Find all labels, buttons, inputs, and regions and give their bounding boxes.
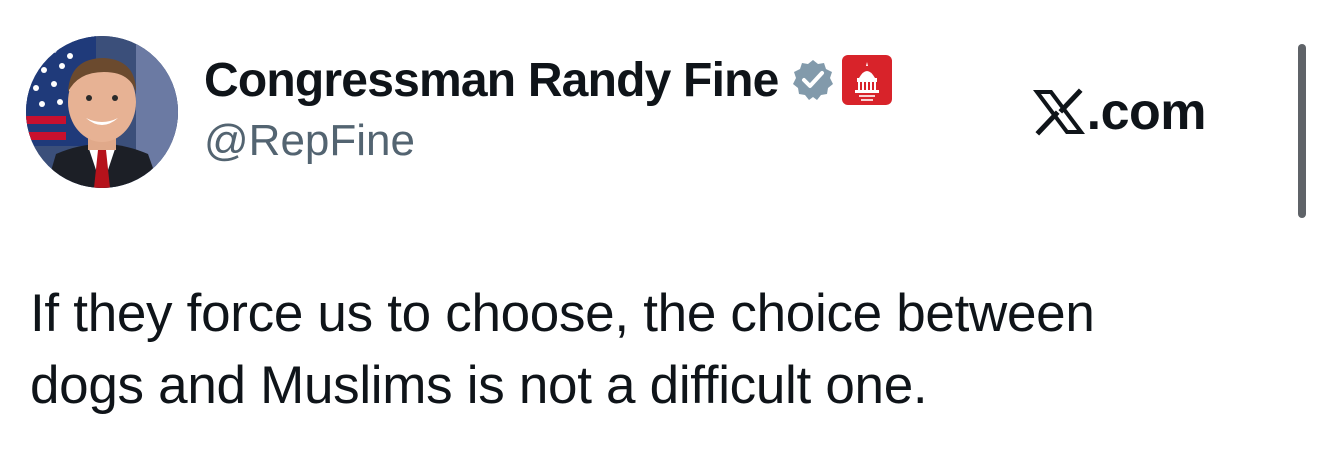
site-label: .com	[1031, 82, 1207, 142]
tweet-text-line: If they force us to choose, the choice b…	[30, 284, 1095, 343]
scrollbar[interactable]	[1298, 44, 1306, 218]
x-logo-icon	[1031, 84, 1087, 140]
tweet-header: Congressman Randy Fine @RepFine .com	[26, 36, 1266, 192]
house-gop-badge-icon[interactable]	[841, 54, 893, 106]
author-identity: Congressman Randy Fine @RepFine	[204, 48, 893, 178]
avatar-image	[26, 36, 178, 188]
author-display-name[interactable]: Congressman Randy Fine	[204, 53, 779, 108]
tweet-text-line: dogs and Muslims is not a difficult one.	[30, 356, 928, 415]
verified-icon[interactable]	[791, 58, 835, 102]
name-row: Congressman Randy Fine	[204, 48, 893, 112]
site-domain-text: .com	[1086, 83, 1207, 141]
author-handle[interactable]: @RepFine	[204, 116, 893, 166]
tweet-text: If they force us to choose, the choice b…	[30, 278, 1270, 422]
avatar[interactable]	[26, 36, 178, 188]
